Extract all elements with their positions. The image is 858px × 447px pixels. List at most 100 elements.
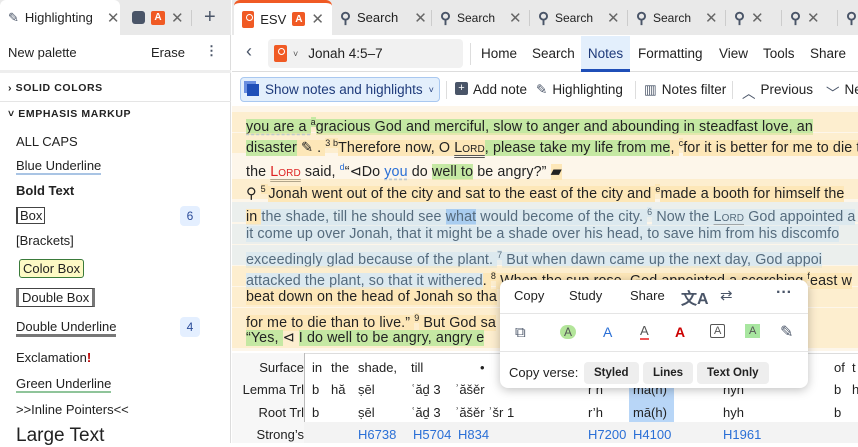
close-icon[interactable]: ✕ <box>311 10 324 28</box>
style-box[interactable]: Box <box>16 207 45 224</box>
tab-resource[interactable]: A ✕ <box>124 0 192 35</box>
verse-marker[interactable]: 3 b <box>325 138 338 148</box>
passage-text[interactable]: God appointed a <box>744 209 855 225</box>
copy-button[interactable]: Copy <box>514 288 544 303</box>
passage-text[interactable]: ✎ <box>297 140 317 156</box>
reference-input[interactable]: Jonah 4:5–7 <box>308 46 382 61</box>
passage-text[interactable]: , <box>670 140 678 156</box>
close-icon[interactable]: ✕ <box>107 9 120 27</box>
passage-text[interactable]: it come up over Jonah, that it might be … <box>246 226 839 242</box>
swap-icon[interactable]: ⇄ <box>720 286 733 304</box>
passage-line[interactable]: it come up over Jonah, that it might be … <box>246 224 839 244</box>
close-icon[interactable]: ✕ <box>705 9 718 27</box>
show-notes-highlights-dropdown[interactable]: Show notes and highlights ˅ <box>240 77 440 102</box>
passage-line[interactable]: exceedingly glad because of the plant. 7… <box>246 245 822 265</box>
style-color-box[interactable]: Color Box <box>19 259 84 278</box>
tab-search[interactable]: ⚲Search✕ <box>332 0 432 35</box>
highlighting-button[interactable]: ✎Highlighting <box>536 82 623 98</box>
tab-search-collapsed[interactable]: ⚲✕ <box>782 0 838 35</box>
menu-home[interactable]: Home <box>481 46 517 61</box>
style-all-caps[interactable]: ALL CAPS <box>16 134 78 149</box>
passage-text[interactable]: ▰ <box>551 164 562 180</box>
verse-marker[interactable]: a <box>311 117 316 127</box>
copy-styled-button[interactable]: Styled <box>584 362 639 384</box>
close-icon[interactable]: ✕ <box>607 9 620 27</box>
strongs-link[interactable]: H5704 <box>413 427 451 442</box>
passage-text[interactable]: Lord <box>714 209 745 225</box>
previous-button[interactable]: ︿Previous <box>742 82 813 102</box>
section-solid-colors[interactable]: › SOLID COLORS <box>8 82 103 94</box>
style-green-underline[interactable]: Green Underline <box>16 376 111 393</box>
menu-search[interactable]: Search <box>532 46 575 61</box>
study-button[interactable]: Study <box>569 288 602 303</box>
passage-text[interactable]: for it is better for me to die t <box>683 140 858 156</box>
passage-text[interactable]: the <box>246 164 270 180</box>
strongs-link[interactable]: H1961 <box>723 427 761 442</box>
passage-text[interactable]: beat down on the head of Jonah so tha <box>246 289 497 305</box>
close-icon[interactable]: ✕ <box>509 9 522 27</box>
share-button[interactable]: Share <box>630 288 665 303</box>
passage-text[interactable]: Jonah went out of the city and sat to th… <box>268 186 655 202</box>
erase-button[interactable]: Erase <box>151 45 185 60</box>
menu-share[interactable]: Share <box>810 46 846 61</box>
strongs-link[interactable]: H6738 <box>358 427 396 442</box>
passage-text[interactable]: you <box>384 164 407 180</box>
passage-text[interactable]: made a booth for himself the <box>660 186 844 202</box>
menu-view[interactable]: View <box>719 46 748 61</box>
style-blue-underline[interactable]: Blue Underline <box>16 158 101 175</box>
translate-icon[interactable]: 文A <box>681 285 709 309</box>
menu-formatting[interactable]: Formatting <box>638 46 703 61</box>
passage-text[interactable]: said, <box>301 164 340 180</box>
passage-text[interactable]: ⊲ <box>283 330 299 346</box>
green-highlight-icon[interactable]: A <box>560 325 576 339</box>
passage-text[interactable]: the shade, till he should see <box>261 209 445 225</box>
copy-lines-button[interactable]: Lines <box>643 362 693 384</box>
passage-text[interactable]: what <box>446 209 477 225</box>
passage-text[interactable]: be angry?” <box>473 164 551 180</box>
style-brackets[interactable]: [Brackets] <box>16 233 74 248</box>
passage-text[interactable]: I do well to be angry, angry e <box>299 330 485 346</box>
passage-text[interactable]: Lord <box>454 140 485 156</box>
strongs-link[interactable]: H834 <box>458 427 489 442</box>
passage-text[interactable]: ⚲ <box>246 186 261 202</box>
passage-line[interactable]: ⚲ 5 Jonah went out of the city and sat t… <box>246 179 844 199</box>
back-chevron-icon[interactable]: ‹ <box>246 41 252 62</box>
passage-text[interactable]: “Yes, <box>246 330 283 346</box>
style-exclamation[interactable]: Exclamation! <box>16 350 91 365</box>
copy-text-only-button[interactable]: Text Only <box>697 362 769 384</box>
tab-esv[interactable]: ESV A ✕ <box>234 0 332 35</box>
passage-text[interactable]: Now the <box>652 209 713 225</box>
style-double-box[interactable]: Double Box <box>16 288 95 307</box>
highlighter-icon[interactable]: ✎ <box>780 322 793 342</box>
red-text-icon[interactable]: A <box>675 324 685 340</box>
tab-search-collapsed[interactable]: ⚲✕ <box>726 0 782 35</box>
passage-text[interactable]: would become of the city. <box>476 209 647 225</box>
tab-highlighting[interactable]: ✎ Highlighting ✕ <box>0 0 120 35</box>
passage-line[interactable]: you are a agracious God and merciful, sl… <box>246 112 813 132</box>
style-inline-pointers[interactable]: >>Inline Pointers<< <box>16 402 129 417</box>
menu-tools[interactable]: Tools <box>763 46 795 61</box>
new-tab-button[interactable]: + <box>196 0 224 35</box>
next-button[interactable]: ﹀Ne <box>826 82 858 102</box>
strongs-link[interactable]: H7200 <box>588 427 626 442</box>
tab-search-collapsed[interactable]: ⚲ <box>838 0 858 35</box>
red-underline-icon[interactable]: A <box>640 323 649 340</box>
passage-text[interactable]: Therefore now, O <box>338 140 454 156</box>
close-icon[interactable]: ✕ <box>171 9 184 27</box>
passage-text[interactable]: disaster <box>246 140 297 156</box>
section-emphasis-markup[interactable]: ˅ EMPHASIS MARKUP <box>8 108 131 120</box>
tab-search[interactable]: ⚲Search✕ <box>530 0 628 35</box>
menu-notes[interactable]: Notes <box>581 36 630 72</box>
passage-text[interactable]: in <box>246 209 261 225</box>
passage-line[interactable]: in the shade, till he should see what wo… <box>246 202 855 222</box>
blue-text-icon[interactable]: A <box>603 324 612 340</box>
passage-text[interactable]: “⁠⊲⁠Do <box>345 164 385 180</box>
new-palette-button[interactable]: New palette <box>8 45 77 60</box>
green-box-icon[interactable]: A <box>745 324 760 338</box>
close-icon[interactable]: ✕ <box>807 9 820 27</box>
box-icon[interactable]: A <box>710 324 725 338</box>
style-large-text[interactable]: Large Text <box>16 425 104 447</box>
tab-search[interactable]: ⚲Search✕ <box>432 0 530 35</box>
passage-line[interactable]: the Lord said, d“⁠⊲⁠Do you do well to be… <box>246 157 562 177</box>
strongs-link[interactable]: H4100 <box>633 427 671 442</box>
